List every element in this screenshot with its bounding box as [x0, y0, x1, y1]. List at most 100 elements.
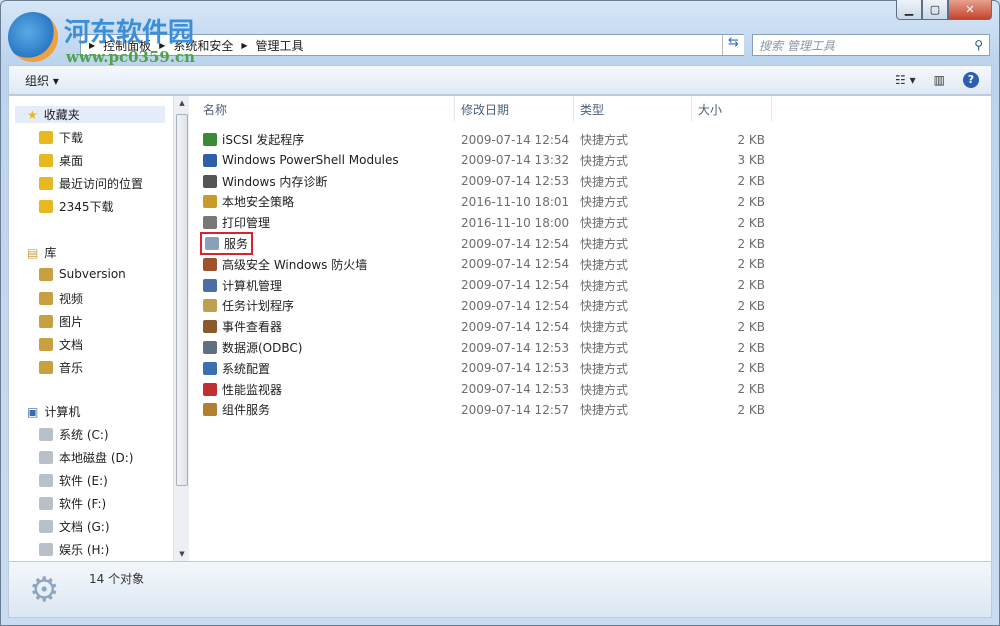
file-row[interactable]: 任务计划程序 2009-07-14 12:54 快捷方式 2 KB	[197, 295, 777, 316]
column-header-date[interactable]: 修改日期	[455, 96, 574, 122]
folder-icon	[39, 268, 53, 281]
nav-item[interactable]: 文档 (G:)	[39, 518, 110, 535]
file-name: 高级安全 Windows 防火墙	[222, 256, 367, 273]
file-name-cell: iSCSI 发起程序	[203, 131, 304, 148]
file-name-cell: 本地安全策略	[203, 193, 294, 210]
nav-item[interactable]: 本地磁盘 (D:)	[39, 449, 133, 466]
file-row[interactable]: 本地安全策略 2016-11-10 18:01 快捷方式 2 KB	[197, 191, 777, 212]
scroll-up-icon[interactable]: ▲	[174, 99, 190, 107]
nav-item[interactable]: 桌面	[39, 152, 83, 169]
file-size: 2 KB	[693, 278, 765, 292]
nav-label: 收藏夹	[44, 106, 80, 123]
file-row[interactable]: 组件服务 2009-07-14 12:57 快捷方式 2 KB	[197, 399, 777, 420]
file-row[interactable]: iSCSI 发起程序 2009-07-14 12:54 快捷方式 2 KB	[197, 129, 777, 150]
nav-item[interactable]: 娱乐 (H:)	[39, 541, 109, 558]
drive-icon	[39, 474, 53, 487]
file-row[interactable]: Windows 内存诊断 2009-07-14 12:53 快捷方式 2 KB	[197, 171, 777, 192]
file-row[interactable]: 打印管理 2016-11-10 18:00 快捷方式 2 KB	[197, 212, 777, 233]
column-header-name[interactable]: 名称	[197, 96, 455, 122]
window-controls: ▁ ▢ ✕	[896, 0, 992, 20]
preview-pane-icon[interactable]: ▥	[934, 73, 945, 87]
nav-item[interactable]: 系统 (C:)	[39, 426, 109, 443]
file-date: 2009-07-14 12:54	[461, 320, 569, 334]
scroll-down-icon[interactable]: ▼	[174, 550, 190, 558]
file-name-cell: 服务	[203, 235, 250, 252]
view-options-icon[interactable]: ☷ ▾	[895, 73, 916, 87]
nav-scrollbar[interactable]: ▲ ▼	[173, 96, 189, 561]
file-size: 2 KB	[693, 257, 765, 271]
drive-icon	[39, 520, 53, 533]
file-row[interactable]: 数据源(ODBC) 2009-07-14 12:53 快捷方式 2 KB	[197, 337, 777, 358]
file-row[interactable]: 事件查看器 2009-07-14 12:54 快捷方式 2 KB	[197, 316, 777, 337]
column-header-size[interactable]: 大小	[692, 96, 772, 122]
folder-icon	[39, 292, 53, 305]
nav-item-label: Subversion	[59, 267, 126, 281]
nav-item[interactable]: 文档	[39, 336, 83, 353]
breadcrumb-admin-tools[interactable]: 管理工具	[256, 37, 304, 54]
drive-icon	[39, 543, 53, 556]
file-type: 快捷方式	[580, 339, 628, 356]
scroll-thumb[interactable]	[176, 114, 188, 486]
nav-item[interactable]: 下载	[39, 129, 83, 146]
file-date: 2009-07-14 12:53	[461, 341, 569, 355]
file-size: 2 KB	[693, 237, 765, 251]
breadcrumb-system-security[interactable]: 系统和安全	[173, 37, 233, 54]
nav-item-label: 桌面	[59, 152, 83, 169]
file-row[interactable]: Windows PowerShell Modules 2009-07-14 13…	[197, 150, 777, 171]
nav-item[interactable]: 视频	[39, 290, 83, 307]
nav-item[interactable]: 2345下载	[39, 198, 114, 215]
file-name: 打印管理	[222, 214, 270, 231]
libraries-icon: ▤	[27, 246, 38, 260]
nav-item-label: 软件 (E:)	[59, 472, 108, 489]
help-icon[interactable]: ?	[963, 72, 979, 88]
organize-button[interactable]: 组织 ▾	[25, 72, 59, 89]
file-size: 2 KB	[693, 320, 765, 334]
nav-item-label: 本地磁盘 (D:)	[59, 449, 133, 466]
nav-item[interactable]: 音乐	[39, 359, 83, 376]
maximize-button[interactable]: ▢	[922, 0, 948, 20]
file-row[interactable]: 高级安全 Windows 防火墙 2009-07-14 12:54 快捷方式 2…	[197, 254, 777, 275]
nav-item[interactable]: 软件 (E:)	[39, 472, 108, 489]
file-name: 系统配置	[222, 360, 270, 377]
file-row[interactable]: 服务 2009-07-14 12:54 快捷方式 2 KB	[197, 233, 777, 254]
nav-item[interactable]: Subversion	[39, 267, 126, 281]
file-type: 快捷方式	[580, 381, 628, 398]
column-label: 名称	[203, 101, 227, 118]
nav-libraries[interactable]: ▤库	[27, 244, 56, 261]
address-bar[interactable]: ▶ 控制面板 ▶ 系统和安全 ▶ 管理工具 ▼	[80, 34, 744, 56]
nav-item-label: 文档 (G:)	[59, 518, 110, 535]
nav-favorites[interactable]: ★收藏夹	[15, 106, 165, 123]
minimize-button[interactable]: ▁	[896, 0, 922, 20]
file-name: 数据源(ODBC)	[222, 339, 302, 356]
folder-icon	[39, 131, 53, 144]
file-row[interactable]: 系统配置 2009-07-14 12:53 快捷方式 2 KB	[197, 358, 777, 379]
column-header-type[interactable]: 类型	[574, 96, 692, 122]
shortcut-icon	[203, 383, 217, 396]
nav-computer[interactable]: ▣计算机	[27, 403, 80, 420]
file-size: 2 KB	[693, 403, 765, 417]
file-type: 快捷方式	[580, 277, 628, 294]
breadcrumb-control-panel[interactable]: 控制面板	[103, 37, 151, 54]
status-bar: ⚙ 14 个对象	[8, 562, 992, 618]
close-button[interactable]: ✕	[948, 0, 992, 20]
file-type: 快捷方式	[580, 235, 628, 252]
folder-icon	[39, 338, 53, 351]
folder-icon	[39, 154, 53, 167]
nav-item[interactable]: 软件 (F:)	[39, 495, 106, 512]
search-placeholder: 搜索 管理工具	[759, 37, 835, 54]
file-size: 2 KB	[693, 216, 765, 230]
file-type: 快捷方式	[580, 256, 628, 273]
file-name-cell: Windows PowerShell Modules	[203, 153, 399, 167]
file-name-cell: 打印管理	[203, 214, 270, 231]
file-date: 2009-07-14 12:54	[461, 133, 569, 147]
file-row[interactable]: 性能监视器 2009-07-14 12:53 快捷方式 2 KB	[197, 379, 777, 400]
folder-icon	[39, 200, 53, 213]
file-row[interactable]: 计算机管理 2009-07-14 12:54 快捷方式 2 KB	[197, 275, 777, 296]
search-icon[interactable]: ⚲	[974, 38, 983, 52]
nav-item[interactable]: 图片	[39, 313, 83, 330]
nav-item[interactable]: 最近访问的位置	[39, 175, 143, 192]
column-label: 类型	[580, 101, 604, 118]
file-name: 性能监视器	[222, 381, 282, 398]
search-input[interactable]: 搜索 管理工具 ⚲	[752, 34, 990, 56]
refresh-button[interactable]: ⇆	[722, 35, 744, 55]
